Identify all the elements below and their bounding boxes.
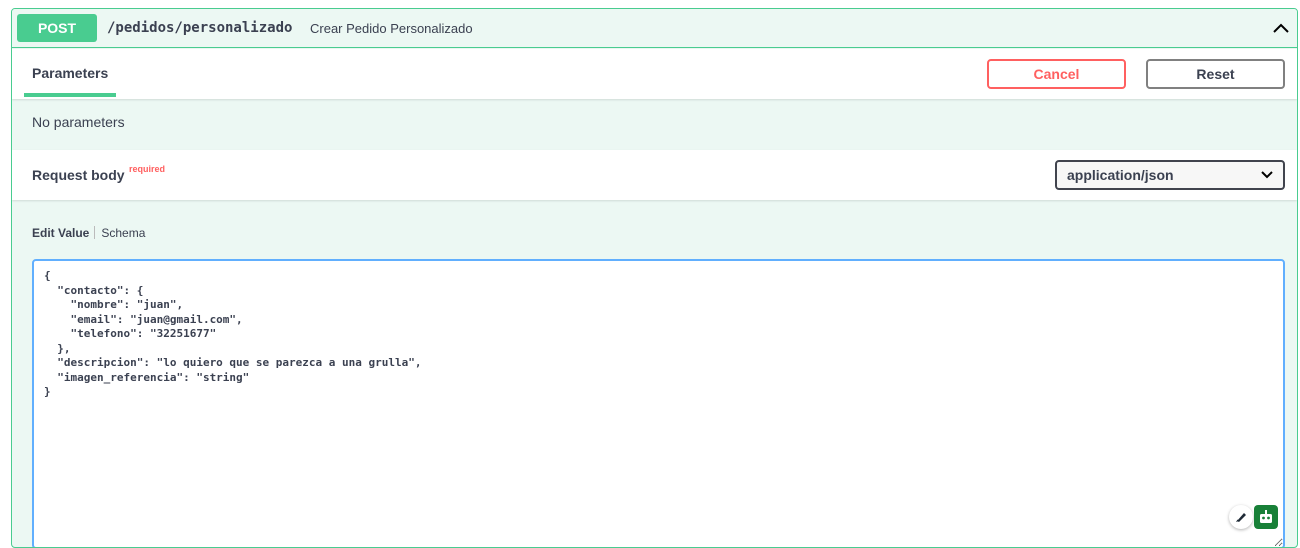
robot-icon[interactable] (1254, 505, 1278, 529)
required-label: required (129, 164, 166, 174)
content-type-select[interactable]: application/json (1055, 160, 1285, 190)
tab-active-indicator (24, 93, 116, 97)
chevron-down-icon (1261, 171, 1273, 179)
tab-schema[interactable]: Schema (101, 226, 145, 240)
pen-icon[interactable] (1229, 505, 1253, 529)
chevron-up-icon[interactable] (1271, 18, 1291, 38)
operation-summary[interactable]: POST /pedidos/personalizado Crear Pedido… (12, 9, 1297, 48)
request-body-editor[interactable]: { "contacto": { "nombre": "juan", "email… (32, 259, 1285, 547)
body-tabs: Edit Value Schema (32, 226, 145, 240)
reset-button[interactable]: Reset (1146, 59, 1285, 89)
tab-divider (94, 226, 96, 239)
tab-parameters[interactable]: Parameters (32, 65, 108, 81)
content-type-value: application/json (1067, 167, 1174, 183)
extension-icons (1229, 505, 1287, 531)
parameters-header: Parameters Cancel Reset (12, 49, 1297, 99)
operation-block: POST /pedidos/personalizado Crear Pedido… (11, 8, 1298, 548)
operation-path: /pedidos/personalizado (107, 20, 293, 36)
method-badge: POST (17, 14, 97, 42)
operation-summary-text: Crear Pedido Personalizado (310, 21, 473, 36)
tab-edit-value[interactable]: Edit Value (32, 226, 89, 240)
no-parameters-text: No parameters (32, 114, 125, 130)
cancel-button[interactable]: Cancel (987, 59, 1126, 89)
request-body-header: Request body required application/json (12, 150, 1297, 200)
request-body-title: Request body (32, 167, 125, 183)
